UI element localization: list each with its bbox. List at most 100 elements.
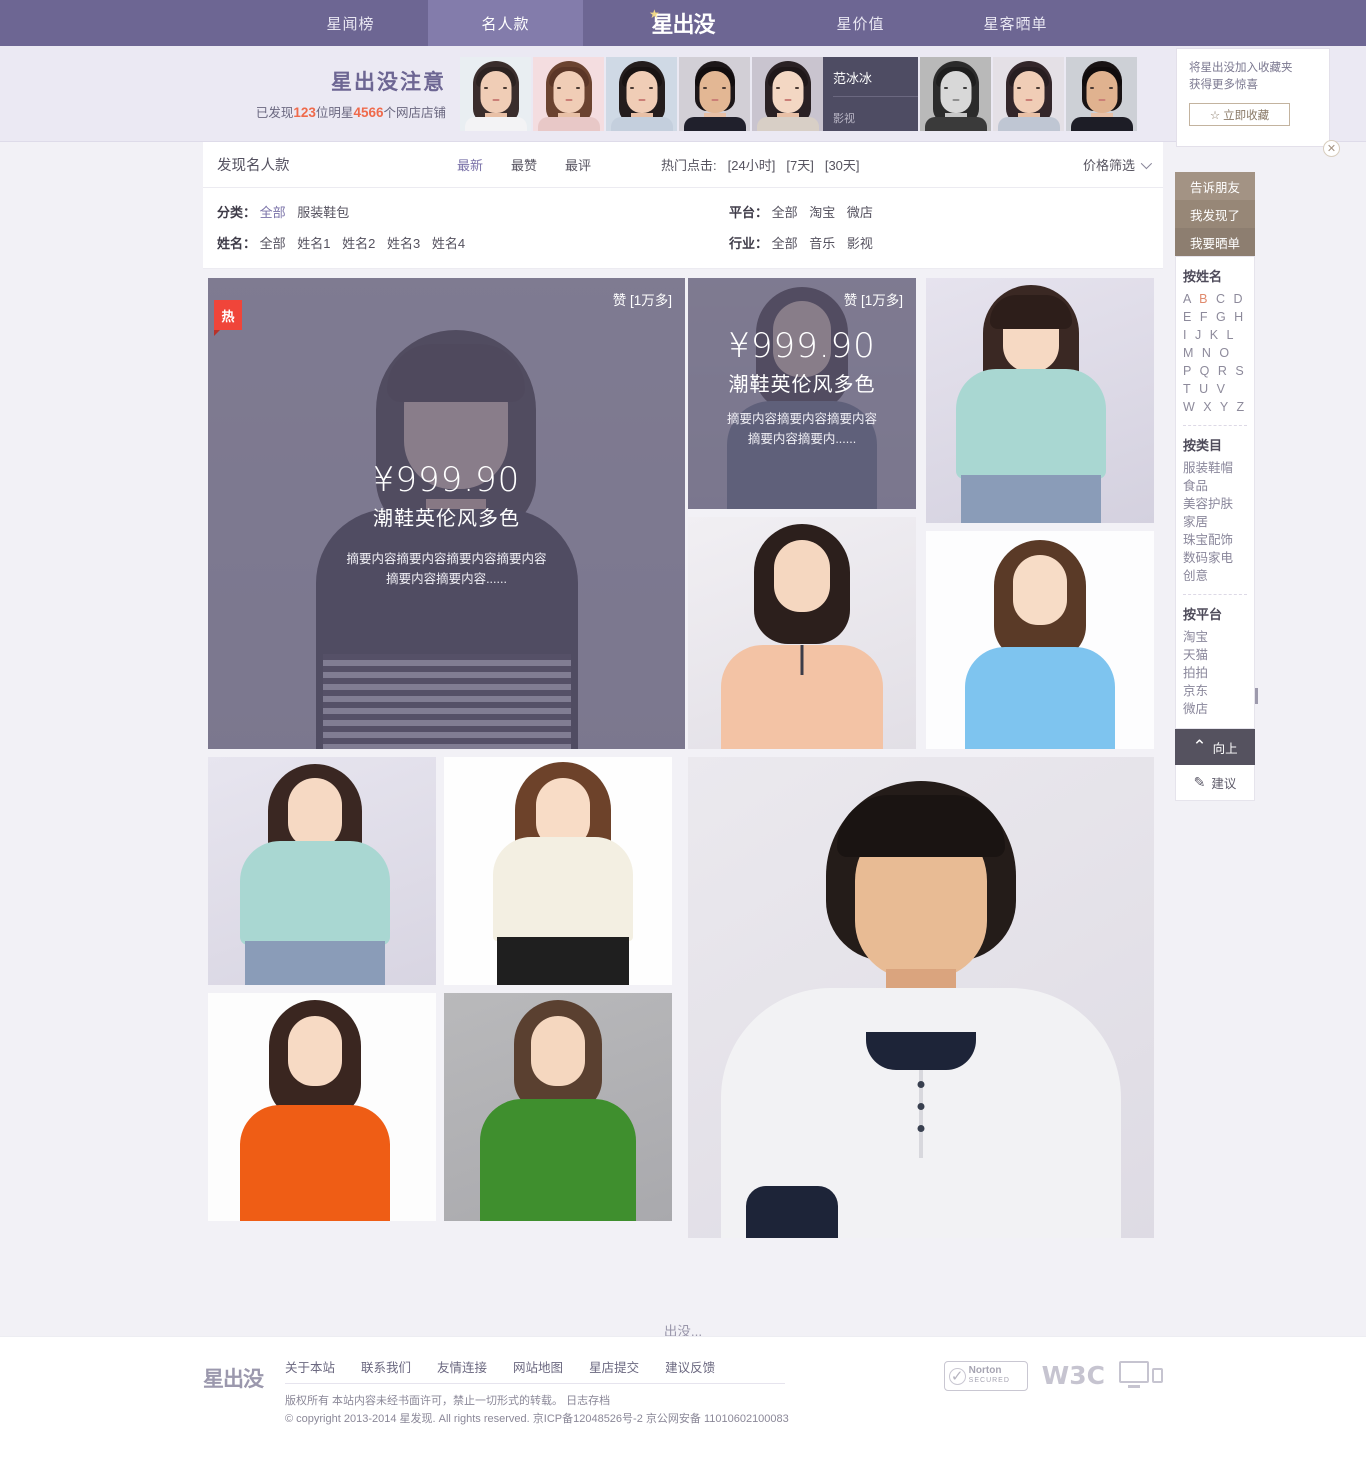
filter-option[interactable]: 音乐 — [809, 236, 835, 251]
letter-X[interactable]: X — [1203, 400, 1214, 414]
filter-option[interactable]: 全部 — [260, 236, 286, 251]
letter-P[interactable]: P — [1183, 364, 1194, 378]
price-filter-dropdown[interactable]: 价格筛选 — [1083, 155, 1153, 174]
footer-link-partners[interactable]: 友情连接 — [437, 1357, 487, 1376]
platform-item-paipai[interactable]: 拍拍 — [1183, 664, 1247, 682]
letter-Z[interactable]: Z — [1237, 400, 1247, 414]
letter-O[interactable]: O — [1219, 346, 1231, 360]
nav-item-mingrenkuan[interactable]: 名人款 — [428, 0, 583, 46]
rail-button-tell-friend[interactable]: 告诉朋友 — [1175, 172, 1255, 200]
nav-item-xingwenbang[interactable]: 星闻榜 — [273, 0, 428, 46]
celebrity-thumb[interactable] — [1066, 56, 1137, 131]
add-favorite-button[interactable]: ☆ 立即收藏 — [1189, 103, 1290, 126]
celebrity-featured-card[interactable]: 范冰冰 影视 — [752, 56, 918, 131]
footer-link-submit-shop[interactable]: 星店提交 — [589, 1357, 639, 1376]
category-item-food[interactable]: 食品 — [1183, 477, 1247, 495]
category-item-digital[interactable]: 数码家电 — [1183, 549, 1247, 567]
celebrity-thumb[interactable] — [993, 56, 1064, 131]
product-card-second[interactable]: 赞 [1万多] ¥999.90 潮鞋英伦风多色 摘要内容摘要内容摘要内容 摘要内… — [688, 278, 916, 509]
letter-S[interactable]: S — [1235, 364, 1246, 378]
product-tile[interactable] — [208, 757, 436, 985]
platform-item-taobao[interactable]: 淘宝 — [1183, 628, 1247, 646]
letter-V[interactable]: V — [1217, 382, 1228, 396]
filter-panel: 分类： 全部 服装鞋包 姓名： 全部 姓名1 姓名2 姓名3 姓名4 平台： 全… — [203, 188, 1163, 269]
suggestion-button[interactable]: ✎ 建议 — [1175, 765, 1255, 801]
product-tile[interactable] — [444, 993, 672, 1221]
letter-Q[interactable]: Q — [1200, 364, 1212, 378]
platform-item-jd[interactable]: 京东 — [1183, 682, 1247, 700]
filter-option[interactable]: 全部 — [772, 236, 798, 251]
sort-newest[interactable]: 最新 — [457, 155, 483, 174]
product-tile[interactable] — [688, 517, 916, 749]
nav-item-xingjiazhi[interactable]: 星价值 — [783, 0, 938, 46]
fav-button-label: 立即收藏 — [1223, 109, 1270, 122]
filter-option[interactable]: 淘宝 — [809, 205, 835, 220]
product-card-featured[interactable]: 热 赞 [1万多] ¥999.90 潮鞋英伦风多色 摘要内容摘要内容摘要内容摘要… — [208, 278, 685, 749]
category-item-home[interactable]: 家居 — [1183, 513, 1247, 531]
celebrity-thumb[interactable] — [679, 56, 750, 131]
product-tile[interactable] — [208, 993, 436, 1221]
letter-U[interactable]: U — [1199, 382, 1211, 396]
filter-option[interactable]: 微店 — [847, 205, 873, 220]
letter-H[interactable]: H — [1234, 310, 1246, 324]
letter-D[interactable]: D — [1233, 292, 1245, 306]
filter-option[interactable]: 服装鞋包 — [297, 205, 349, 220]
rail-button-i-share[interactable]: 我要晒单 — [1175, 228, 1255, 256]
filter-option[interactable]: 全部 — [260, 205, 286, 220]
site-logo[interactable]: 星出没 ★ — [583, 0, 783, 46]
letter-L[interactable]: L — [1227, 328, 1236, 342]
filter-option[interactable]: 姓名3 — [387, 236, 420, 251]
letter-T[interactable]: T — [1183, 382, 1193, 396]
sort-most-commented[interactable]: 最评 — [565, 155, 591, 174]
category-item-clothing[interactable]: 服装鞋帽 — [1183, 459, 1247, 477]
letter-B[interactable]: B — [1199, 292, 1210, 306]
letter-K[interactable]: K — [1210, 328, 1221, 342]
rail-button-i-found[interactable]: 我发现了 — [1175, 200, 1255, 228]
sort-most-liked[interactable]: 最赞 — [511, 155, 537, 174]
close-icon[interactable]: ✕ — [1323, 140, 1340, 157]
filter-option[interactable]: 姓名4 — [432, 236, 465, 251]
nav-item-xingkeshaidan[interactable]: 星客晒单 — [938, 0, 1093, 46]
platform-item-tmall[interactable]: 天猫 — [1183, 646, 1247, 664]
letter-J[interactable]: J — [1195, 328, 1204, 342]
category-item-creative[interactable]: 创意 — [1183, 567, 1247, 585]
category-item-jewelry[interactable]: 珠宝配饰 — [1183, 531, 1247, 549]
filter-label-category: 分类： — [217, 205, 257, 220]
hot-range-30d[interactable]: [30天] — [825, 155, 860, 174]
celebrity-thumb[interactable] — [460, 56, 531, 131]
back-to-top-button[interactable]: ⌃ 向上 — [1175, 729, 1255, 765]
platform-item-weidian[interactable]: 微店 — [1183, 700, 1247, 718]
footer-link-feedback[interactable]: 建议反馈 — [665, 1357, 715, 1376]
letter-A[interactable]: A — [1183, 292, 1193, 306]
product-tile[interactable] — [926, 278, 1154, 523]
alphabet-index: A B C D E F G H I J K L M N O P Q R S T … — [1183, 290, 1247, 416]
letter-C[interactable]: C — [1216, 292, 1228, 306]
filter-option[interactable]: 影视 — [847, 236, 873, 251]
filter-option[interactable]: 姓名2 — [342, 236, 375, 251]
footer-link-sitemap[interactable]: 网站地图 — [513, 1357, 563, 1376]
celebrity-face — [752, 56, 823, 131]
category-item-beauty[interactable]: 美容护肤 — [1183, 495, 1247, 513]
letter-N[interactable]: N — [1202, 346, 1214, 360]
letter-I[interactable]: I — [1183, 328, 1189, 342]
product-tile[interactable] — [444, 757, 672, 985]
letter-F[interactable]: F — [1200, 310, 1210, 324]
hot-range-24h[interactable]: [24小时] — [728, 155, 776, 174]
filter-option[interactable]: 姓名1 — [297, 236, 330, 251]
letter-Y[interactable]: Y — [1220, 400, 1231, 414]
celebrity-thumb[interactable] — [533, 56, 604, 131]
footer-link-contact[interactable]: 联系我们 — [361, 1357, 411, 1376]
product-tile[interactable] — [926, 531, 1154, 749]
letter-R[interactable]: R — [1218, 364, 1230, 378]
hot-range-7d[interactable]: [7天] — [786, 155, 813, 174]
letter-M[interactable]: M — [1183, 346, 1196, 360]
letter-G[interactable]: G — [1216, 310, 1228, 324]
celebrity-thumb[interactable] — [920, 56, 991, 131]
celebrity-thumb[interactable] — [606, 56, 677, 131]
filter-row-name: 姓名： 全部 姓名1 姓名2 姓名3 姓名4 — [217, 233, 715, 252]
product-tile-large-male[interactable] — [688, 757, 1154, 1238]
letter-W[interactable]: W — [1183, 400, 1197, 414]
letter-E[interactable]: E — [1183, 310, 1194, 324]
filter-option[interactable]: 全部 — [772, 205, 798, 220]
footer-link-about[interactable]: 关于本站 — [285, 1357, 335, 1376]
